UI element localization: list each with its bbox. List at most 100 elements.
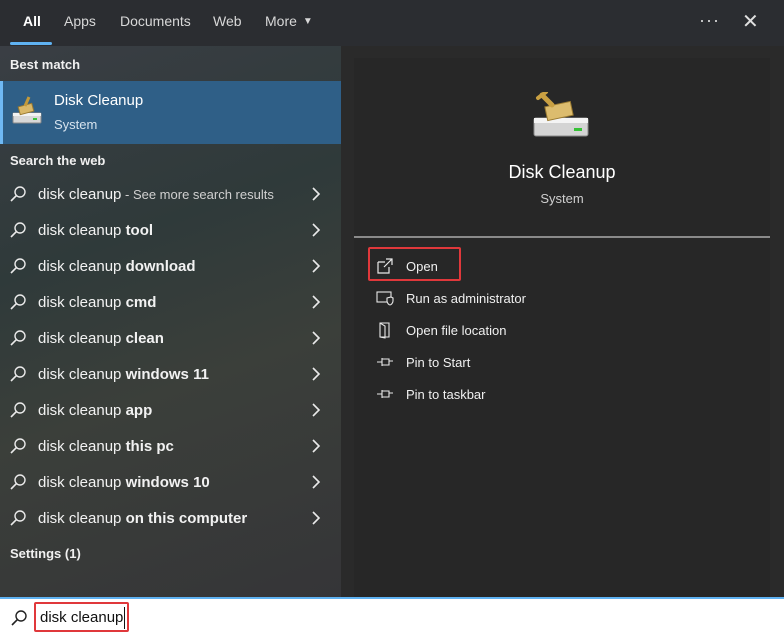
results-panel: Best match Disk Cleanup System Search th… (0, 46, 341, 597)
pin-to-taskbar-action[interactable]: Pin to taskbar (354, 379, 770, 409)
search-icon (10, 438, 26, 454)
web-result-text: disk cleanup download (38, 258, 196, 275)
best-match-heading: Best match (10, 57, 81, 72)
web-result-base: disk cleanup (38, 186, 122, 203)
ellipsis-icon[interactable]: ··· (699, 10, 720, 31)
divider (354, 236, 770, 238)
web-result-bold: tool (125, 222, 154, 239)
chevron-right-icon[interactable] (309, 403, 323, 417)
search-bar (0, 597, 784, 637)
search-icon (10, 510, 26, 526)
file-location-icon (379, 322, 390, 339)
chevron-right-icon[interactable] (309, 511, 323, 525)
search-icon (11, 610, 27, 626)
chevron-right-icon[interactable] (309, 367, 323, 381)
web-result-base: disk cleanup (38, 474, 126, 491)
open-file-location-label: Open file location (406, 323, 507, 338)
web-result-item[interactable]: disk cleanup clean (0, 320, 341, 356)
close-icon[interactable]: ✕ (742, 9, 759, 34)
web-result-item[interactable]: disk cleanup this pc (0, 428, 341, 464)
run-as-admin-action[interactable]: Run as administrator (354, 283, 770, 313)
details-panel: Disk Cleanup System Open Run as administ… (354, 58, 770, 597)
chevron-right-icon[interactable] (309, 295, 323, 309)
web-result-base: disk cleanup (38, 330, 126, 347)
web-result-item[interactable]: disk cleanup windows 10 (0, 464, 341, 500)
web-result-text: disk cleanup - See more search results (38, 186, 274, 203)
tab-all[interactable]: All (23, 13, 41, 29)
web-result-base: disk cleanup (38, 294, 126, 311)
text-caret (124, 607, 125, 629)
pin-icon (377, 358, 393, 366)
web-result-text: disk cleanup windows 10 (38, 474, 210, 491)
chevron-right-icon[interactable] (309, 331, 323, 345)
search-input[interactable] (34, 602, 129, 632)
web-result-base: disk cleanup (38, 402, 126, 419)
pin-to-start-label: Pin to Start (406, 355, 471, 370)
web-result-base: disk cleanup (38, 258, 126, 275)
search-icon (10, 366, 26, 382)
chevron-right-icon[interactable] (309, 259, 323, 273)
web-result-base: disk cleanup (38, 510, 126, 527)
run-as-admin-label: Run as administrator (406, 291, 526, 306)
disk-cleanup-icon (12, 96, 42, 124)
web-result-bold: windows 10 (125, 474, 210, 491)
tab-bar: All Apps Documents Web More ▼ ··· ✕ (0, 0, 784, 46)
tab-more[interactable]: More ▼ (265, 13, 313, 29)
web-result-text: disk cleanup clean (38, 330, 164, 347)
active-tab-indicator (10, 42, 52, 45)
search-icon (10, 222, 26, 238)
web-result-text: disk cleanup this pc (38, 438, 174, 455)
open-file-location-action[interactable]: Open file location (354, 315, 770, 345)
chevron-right-icon[interactable] (309, 475, 323, 489)
pin-to-start-action[interactable]: Pin to Start (354, 347, 770, 377)
web-result-hint: - See more search results (121, 187, 274, 202)
caret-down-icon: ▼ (302, 16, 313, 27)
search-icon (10, 402, 26, 418)
chevron-right-icon[interactable] (309, 223, 323, 237)
web-result-text: disk cleanup cmd (38, 294, 156, 311)
web-result-item[interactable]: disk cleanup tool (0, 212, 341, 248)
web-result-item[interactable]: disk cleanup windows 11 (0, 356, 341, 392)
web-result-item[interactable]: disk cleanup on this computer (0, 500, 341, 536)
chevron-right-icon[interactable] (309, 439, 323, 453)
tab-apps[interactable]: Apps (64, 13, 96, 29)
settings-heading[interactable]: Settings (1) (10, 546, 81, 561)
web-result-base: disk cleanup (38, 222, 126, 239)
search-icon (10, 474, 26, 490)
search-icon (10, 258, 26, 274)
disk-cleanup-icon (533, 92, 589, 137)
search-window: All Apps Documents Web More ▼ ··· ✕ Best … (0, 0, 784, 637)
web-result-bold: cmd (125, 294, 157, 311)
app-subtitle: System (540, 191, 584, 206)
search-icon (10, 186, 26, 202)
web-result-item[interactable]: disk cleanup download (0, 248, 341, 284)
web-result-bold: clean (125, 330, 164, 347)
app-title: Disk Cleanup (508, 162, 616, 182)
web-result-bold: this pc (125, 438, 174, 455)
pin-icon (377, 390, 393, 398)
pin-to-taskbar-label: Pin to taskbar (406, 387, 486, 402)
search-web-heading: Search the web (10, 153, 106, 168)
web-result-text: disk cleanup tool (38, 222, 153, 239)
shield-icon (376, 291, 394, 306)
search-icon (10, 294, 26, 310)
web-result-item[interactable]: disk cleanup - See more search results (0, 176, 341, 212)
web-result-base: disk cleanup (38, 366, 126, 383)
web-result-bold: windows 11 (125, 366, 209, 383)
web-result-text: disk cleanup app (38, 402, 152, 419)
tab-web[interactable]: Web (213, 13, 242, 29)
web-result-text: disk cleanup on this computer (38, 510, 247, 527)
web-result-item[interactable]: disk cleanup app (0, 392, 341, 428)
web-result-bold: app (125, 402, 153, 419)
web-result-item[interactable]: disk cleanup cmd (0, 284, 341, 320)
chevron-right-icon[interactable] (309, 187, 323, 201)
tab-documents[interactable]: Documents (120, 13, 191, 29)
best-match-item[interactable]: Disk Cleanup System (0, 81, 341, 144)
search-icon (10, 330, 26, 346)
web-result-text: disk cleanup windows 11 (38, 366, 209, 383)
web-result-bold: download (125, 258, 196, 275)
web-result-base: disk cleanup (38, 438, 126, 455)
best-match-subtitle: System (54, 117, 98, 132)
tab-more-label: More (265, 13, 297, 29)
open-highlight-box (368, 247, 461, 281)
